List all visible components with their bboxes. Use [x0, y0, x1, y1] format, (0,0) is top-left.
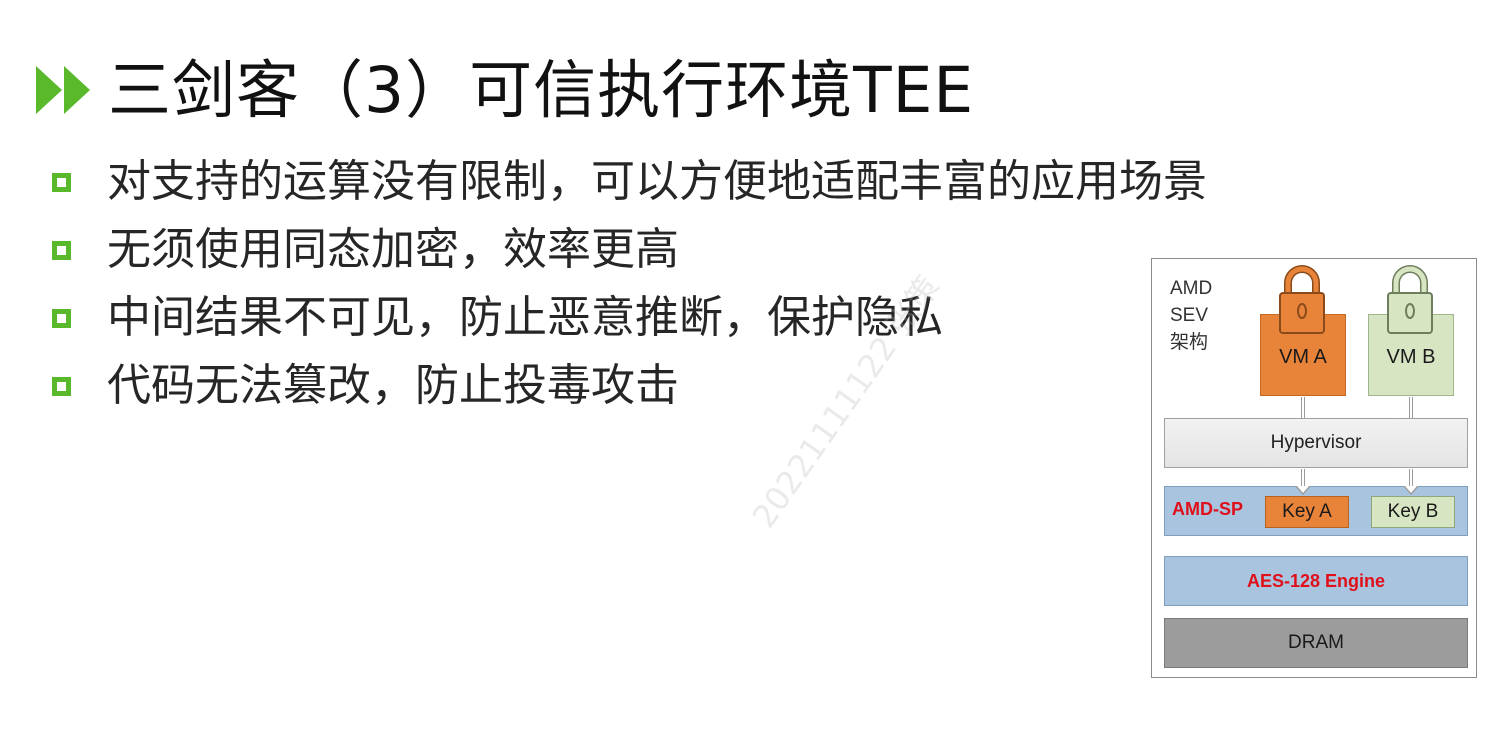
key-a-label: Key A — [1282, 501, 1332, 522]
amd-sev-diagram: AMD SEV 架构 VM A VM B Hypervisor AMD-SP K… — [1151, 258, 1477, 678]
hollow-square-icon — [52, 376, 71, 396]
connector-line — [1301, 397, 1305, 418]
bullet-list: 对支持的运算没有限制，可以方便地适配丰富的应用场景 无须使用同态加密，效率更高 … — [52, 148, 1207, 420]
vm-b-label: VM B — [1386, 345, 1436, 368]
title-row: 三剑客（3）可信执行环境TEE — [36, 48, 974, 132]
connector-line — [1409, 469, 1413, 486]
padlock-orange-icon — [1279, 265, 1325, 334]
bullet-text: 代码无法篡改，防止投毒攻击 — [107, 360, 679, 411]
amd-sp-label: AMD-SP — [1172, 499, 1243, 519]
double-chevron-right-icon — [36, 66, 90, 114]
hypervisor-label: Hypervisor — [1270, 432, 1362, 453]
padlock-green-icon — [1387, 265, 1433, 334]
key-b-box: Key B — [1371, 496, 1455, 528]
bullet-text: 无须使用同态加密，效率更高 — [107, 224, 679, 275]
hypervisor-box: Hypervisor — [1164, 418, 1468, 468]
list-item: 中间结果不可见，防止恶意推断，保护隐私 — [52, 284, 1207, 352]
aes-engine-label: AES-128 Engine — [1246, 570, 1386, 591]
amd-sp-box: AMD-SP Key A Key B — [1164, 486, 1468, 536]
bullet-text: 对支持的运算没有限制，可以方便地适配丰富的应用场景 — [107, 156, 1207, 207]
bullet-text: 中间结果不可见，防止恶意推断，保护隐私 — [107, 292, 943, 343]
hollow-square-icon — [52, 308, 71, 328]
dram-label: DRAM — [1288, 632, 1344, 653]
dram-box: DRAM — [1164, 618, 1468, 668]
connector-line — [1409, 397, 1413, 418]
page-title: 三剑客（3）可信执行环境TEE — [108, 53, 975, 127]
connector-line — [1301, 469, 1305, 486]
key-b-label: Key B — [1387, 501, 1439, 522]
hollow-square-icon — [52, 172, 71, 192]
vm-a-label: VM A — [1279, 345, 1327, 368]
slide: 三剑客（3）可信执行环境TEE 对支持的运算没有限制，可以方便地适配丰富的应用场… — [0, 0, 1509, 746]
arrow-down-icon — [1295, 486, 1311, 495]
list-item: 代码无法篡改，防止投毒攻击 — [52, 352, 1207, 420]
key-a-box: Key A — [1265, 496, 1349, 528]
list-item: 对支持的运算没有限制，可以方便地适配丰富的应用场景 — [52, 148, 1207, 216]
aes-engine-box: AES-128 Engine — [1164, 556, 1468, 606]
arrow-down-icon — [1403, 486, 1419, 495]
list-item: 无须使用同态加密，效率更高 — [52, 216, 1207, 284]
diagram-label: AMD SEV 架构 — [1170, 278, 1213, 353]
hollow-square-icon — [52, 240, 71, 260]
